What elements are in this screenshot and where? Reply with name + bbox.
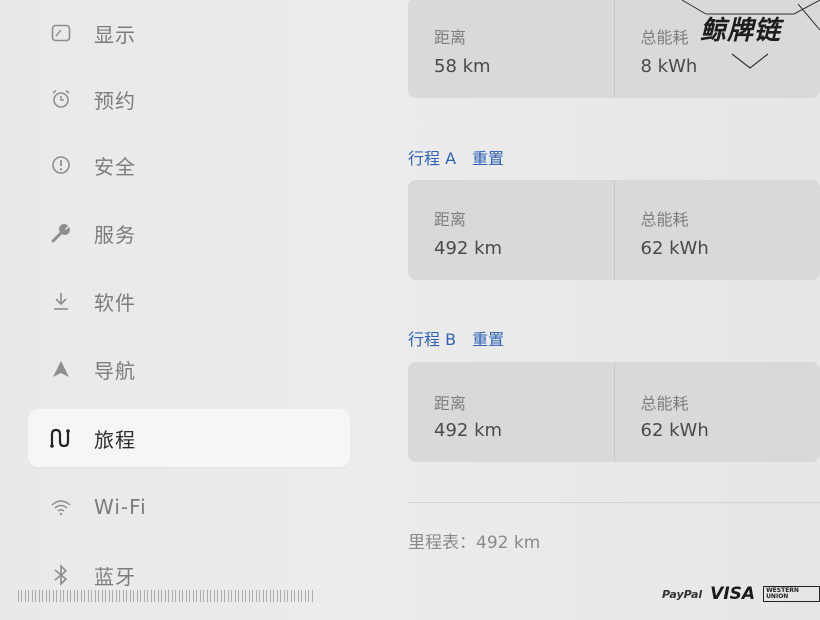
sidebar-item-label: Wi-Fi: [94, 495, 147, 519]
western-union-logo: WESTERN UNION: [763, 586, 820, 602]
sidebar-item-software[interactable]: 软件: [28, 272, 350, 330]
navigation-arrow-icon: [48, 356, 74, 382]
energy-value: 62 kWh: [640, 238, 709, 259]
distance-label: 距离: [434, 394, 467, 413]
distance-value: 492 km: [434, 238, 503, 259]
distance-value: 58 km: [434, 56, 491, 77]
wifi-icon: [48, 494, 74, 520]
payment-logos: PayPal VISA WESTERN UNION: [662, 584, 820, 604]
energy-cell: 总能耗 62 kWh: [613, 180, 820, 280]
trip-b-title: 行程 B: [408, 330, 457, 349]
barcode-decoration: [18, 590, 313, 602]
divider: [408, 502, 820, 503]
sidebar-item-label: 显示: [94, 22, 136, 47]
trips-icon: [48, 425, 74, 451]
settings-sidebar: 显示 预约 安全 服务 软件 导航 旅程 Wi-Fi 蓝牙: [0, 0, 370, 620]
sidebar-item-safety[interactable]: 安全: [28, 136, 350, 194]
distance-label: 距离: [434, 210, 467, 229]
trip-b-header: 行程 B 重置: [408, 326, 504, 350]
trip-a-title: 行程 A: [408, 149, 457, 168]
sidebar-item-service[interactable]: 服务: [28, 204, 350, 262]
paypal-logo: PayPal: [662, 587, 703, 601]
sidebar-item-label: 蓝牙: [94, 564, 136, 589]
wrench-icon: [48, 220, 74, 246]
visa-logo: VISA: [710, 584, 756, 604]
distance-cell: 距离 492 km: [408, 362, 614, 462]
sidebar-item-label: 服务: [94, 222, 136, 247]
bluetooth-icon: [48, 562, 74, 588]
energy-cell: 总能耗 62 kWh: [613, 362, 820, 462]
trip-b-card: 距离 492 km 总能耗 62 kWh: [408, 362, 820, 462]
distance-value: 492 km: [434, 420, 503, 441]
sidebar-item-trips[interactable]: 旅程: [28, 409, 350, 467]
distance-cell: 距离 58 km: [408, 0, 614, 98]
trip-b-reset-button[interactable]: 重置: [472, 326, 504, 350]
trip-a-header: 行程 A 重置: [408, 145, 504, 169]
trips-panel: 距离 58 km 总能耗 8 kWh 行程 A 重置 距离 492 km 总能耗…: [400, 0, 820, 620]
sidebar-item-navigation[interactable]: 导航: [28, 340, 350, 398]
download-icon: [48, 288, 74, 314]
sidebar-item-wifi[interactable]: Wi-Fi: [28, 478, 350, 536]
sidebar-item-schedule[interactable]: 预约: [28, 70, 350, 128]
odometer-readout: 里程表：492 km: [408, 533, 541, 553]
distance-label: 距离: [434, 28, 467, 47]
watermark-lines: [681, 0, 820, 69]
trip-a-reset-button[interactable]: 重置: [472, 145, 504, 169]
sidebar-item-label: 软件: [94, 290, 136, 315]
distance-cell: 距离 492 km: [408, 180, 614, 280]
sidebar-item-label: 预约: [94, 88, 136, 113]
sidebar-item-display[interactable]: 显示: [28, 4, 350, 62]
alert-circle-icon: [48, 152, 74, 178]
energy-label: 总能耗: [640, 394, 689, 413]
trip-a-card: 距离 492 km 总能耗 62 kWh: [408, 180, 820, 280]
sidebar-item-label: 导航: [94, 358, 136, 383]
alarm-clock-icon: [48, 86, 74, 112]
energy-label: 总能耗: [640, 210, 689, 229]
energy-value: 62 kWh: [640, 420, 709, 441]
sidebar-item-label: 旅程: [94, 427, 136, 452]
display-icon: [48, 20, 74, 46]
sidebar-item-label: 安全: [94, 154, 136, 179]
